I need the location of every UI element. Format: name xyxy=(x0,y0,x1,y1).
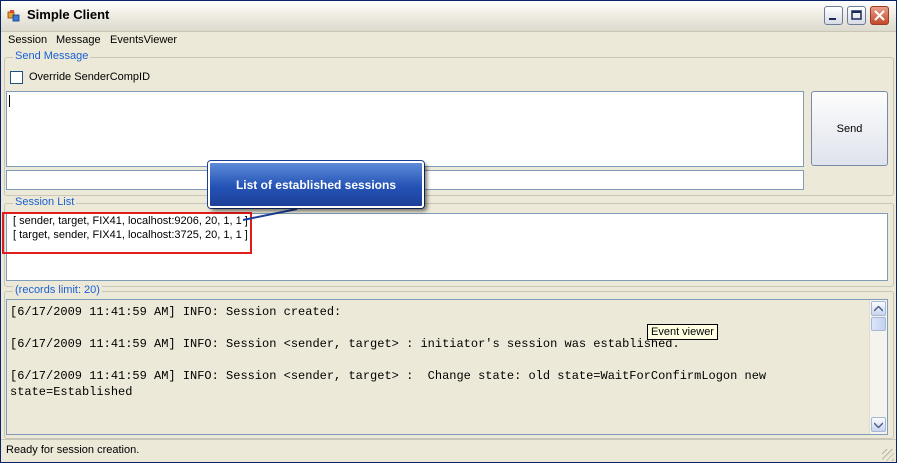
records-limit-legend: (records limit: 20) xyxy=(13,284,102,296)
log-line: [6/17/2009 11:41:59 AM] INFO: Session cr… xyxy=(10,305,342,319)
send-button[interactable]: Send xyxy=(811,91,888,166)
menu-bar: Session Message EventsViewer xyxy=(1,32,896,50)
minimize-icon xyxy=(829,18,836,20)
callout-label: List of established sessions xyxy=(208,161,424,208)
scroll-down-icon xyxy=(874,421,883,428)
app-icon xyxy=(7,10,20,22)
event-log[interactable]: [6/17/2009 11:41:59 AM] INFO: Session cr… xyxy=(6,299,888,435)
menu-eventsviewer[interactable]: EventsViewer xyxy=(110,34,177,46)
event-viewer-tooltip: Event viewer xyxy=(647,324,718,340)
resize-grip-icon[interactable] xyxy=(882,449,894,461)
log-line: state=Established xyxy=(10,385,133,399)
maximize-icon xyxy=(851,10,862,20)
status-text: Ready for session creation. xyxy=(6,444,140,456)
session-highlight-box xyxy=(2,212,252,254)
scroll-up-icon xyxy=(874,305,883,312)
menu-message[interactable]: Message xyxy=(56,34,101,46)
send-message-legend: Send Message xyxy=(13,50,91,62)
status-bar: Ready for session creation. xyxy=(1,439,896,462)
message-input[interactable] xyxy=(6,91,804,167)
scroll-down-button[interactable] xyxy=(871,417,886,432)
override-sendercompid-checkbox[interactable] xyxy=(10,71,23,84)
scroll-up-button[interactable] xyxy=(871,301,886,316)
send-button-label: Send xyxy=(836,122,863,135)
app-window: Simple Client Session Message EventsView… xyxy=(0,0,897,463)
menu-session[interactable]: Session xyxy=(8,34,47,46)
close-button[interactable] xyxy=(870,6,889,25)
minimize-button[interactable] xyxy=(824,6,843,25)
session-list-legend: Session List xyxy=(13,196,77,208)
scroll-thumb[interactable] xyxy=(871,317,886,331)
event-log-scrollbar[interactable] xyxy=(869,300,887,434)
maximize-button[interactable] xyxy=(847,6,866,25)
log-line: [6/17/2009 11:41:59 AM] INFO: Session <s… xyxy=(10,369,767,383)
close-icon xyxy=(874,10,885,21)
title-bar[interactable]: Simple Client xyxy=(1,1,896,32)
log-line: [6/17/2009 11:41:59 AM] INFO: Session <s… xyxy=(10,337,680,351)
text-caret xyxy=(9,95,10,107)
override-sendercompid-label: Override SenderCompID xyxy=(29,71,151,83)
window-title: Simple Client xyxy=(27,7,110,22)
